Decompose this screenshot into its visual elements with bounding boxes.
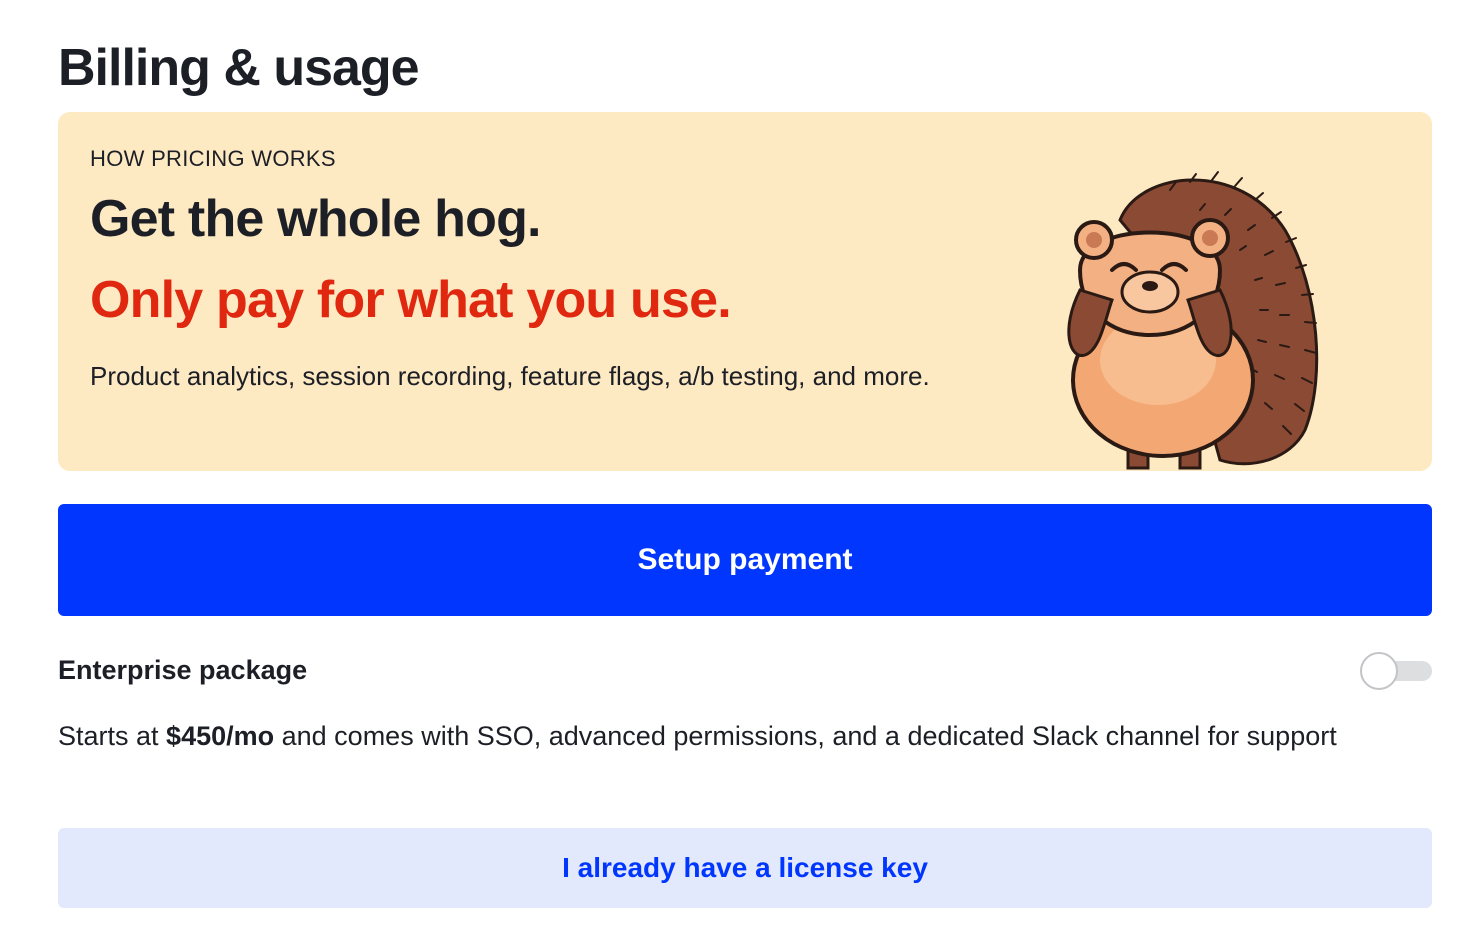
toggle-knob <box>1360 652 1398 690</box>
license-key-button[interactable]: I already have a license key <box>58 828 1432 908</box>
pricing-headline: Get the whole hog. <box>90 190 542 248</box>
pricing-description: Product analytics, session recording, fe… <box>90 361 930 391</box>
page-title: Billing & usage <box>58 39 420 97</box>
enterprise-toggle[interactable] <box>1360 652 1432 690</box>
enterprise-description: Starts at $450/mo and comes with SSO, ad… <box>58 714 1398 758</box>
enterprise-price: $450/mo <box>166 721 275 751</box>
enterprise-package-title: Enterprise package <box>58 655 308 685</box>
pricing-subheadline: Only pay for what you use. <box>90 271 732 329</box>
hedgehog-illustration <box>1067 171 1319 470</box>
setup-payment-button[interactable]: Setup payment <box>58 504 1432 616</box>
pricing-eyebrow: HOW PRICING WORKS <box>90 146 336 171</box>
pricing-card: HOW PRICING WORKS Get the whole hog. Onl… <box>58 112 1432 471</box>
enterprise-desc-suffix: and comes with SSO, advanced permissions… <box>274 721 1337 751</box>
enterprise-desc-prefix: Starts at <box>58 721 167 751</box>
